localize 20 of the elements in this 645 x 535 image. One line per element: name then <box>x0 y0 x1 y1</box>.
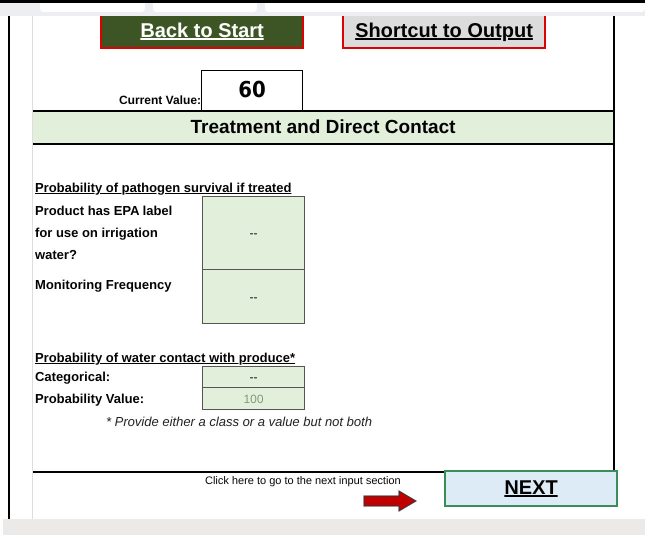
input-cell[interactable]: -- <box>202 366 305 388</box>
field-label: Monitoring Frequency <box>35 276 172 294</box>
toolbar-tab[interactable] <box>152 3 257 12</box>
shortcut-button[interactable]: Shortcut to Output <box>342 16 546 49</box>
current-value-label: Current Value: <box>118 93 201 109</box>
contact-title: Probability of water contact with produce* <box>35 350 296 366</box>
note-text: * Provide either a class or a value but not both <box>105 414 373 429</box>
toolbar-tab[interactable] <box>40 3 144 12</box>
arrow-icon <box>363 490 417 512</box>
input-cell[interactable]: -- <box>202 196 305 270</box>
input-cell[interactable]: -- <box>202 270 305 324</box>
toolbar-tab[interactable] <box>265 3 645 12</box>
hint-text: Click here to go to the next input section <box>205 475 401 487</box>
section-heading: Treatment and Direct Contact <box>33 110 613 145</box>
next-button[interactable]: NEXT <box>444 470 618 507</box>
field-label: Product has EPA label for use on irrigation water? <box>35 202 174 264</box>
back-to-start-button[interactable]: Back to Start <box>100 16 304 49</box>
treatment-title: Probability of pathogen survival if treated <box>35 180 292 196</box>
field-label: Categorical: <box>35 368 112 386</box>
field-label: Probability Value: <box>35 390 146 408</box>
